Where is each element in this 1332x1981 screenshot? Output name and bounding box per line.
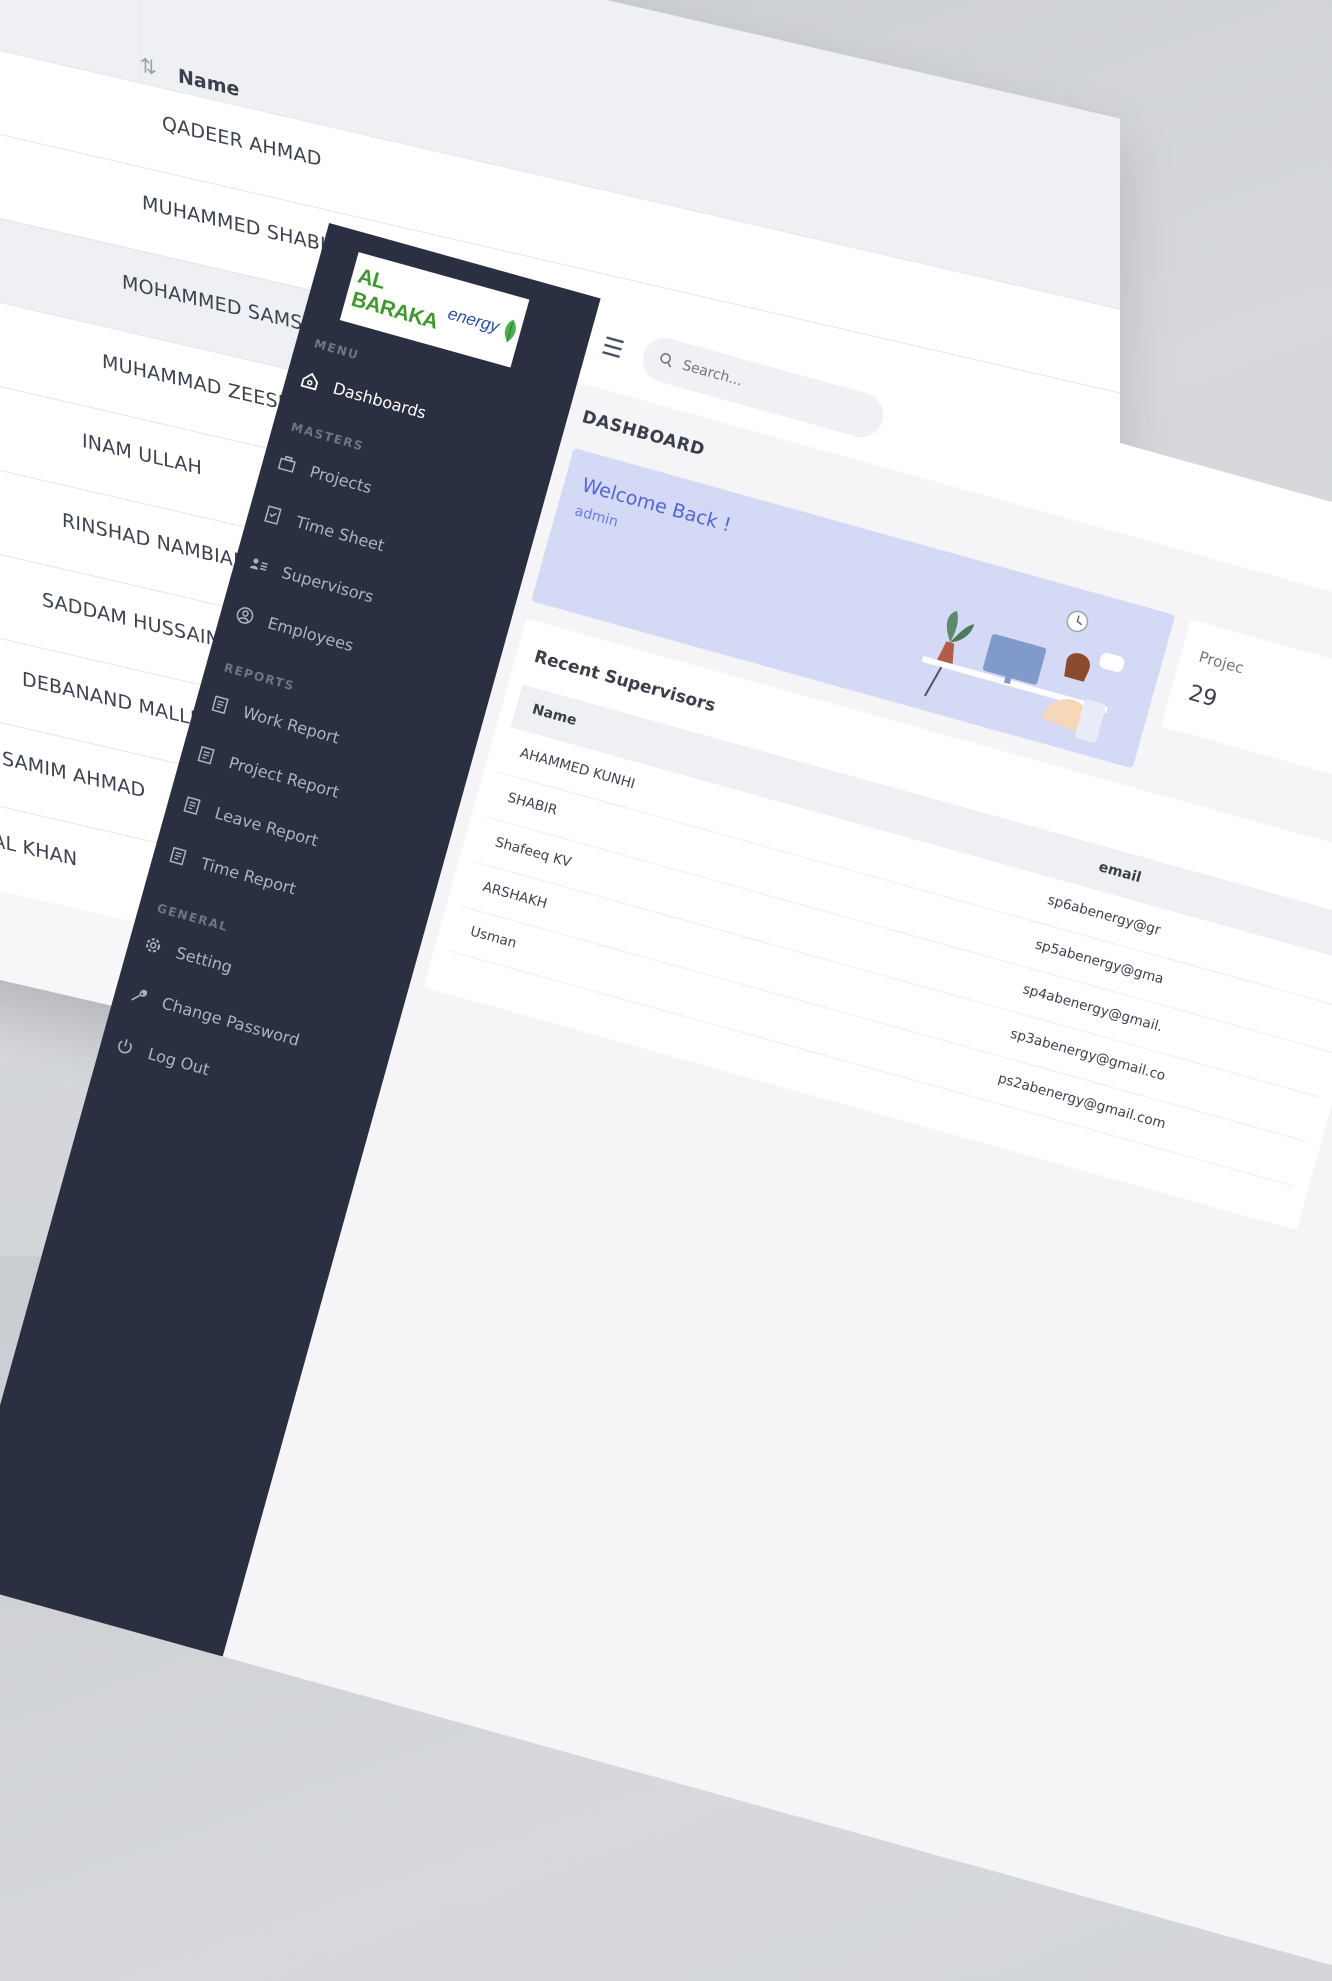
sidebar-item-label: Dashboards	[331, 378, 429, 423]
employee-name: QADEER AHMAD	[162, 112, 322, 172]
sidebar-item-work-report[interactable]: Work Report	[208, 692, 342, 747]
sidebar-item-label: Projects	[307, 461, 375, 497]
sidebar-item-label: Setting	[173, 942, 235, 977]
email-column-header[interactable]: email	[1097, 859, 1143, 886]
hamburger-menu-icon[interactable]: ☰	[599, 331, 627, 364]
briefcase-icon	[275, 452, 300, 477]
home-icon	[298, 368, 323, 393]
report-icon	[166, 844, 191, 869]
sidebar-item-label: Work Report	[240, 701, 342, 748]
general-section-label: GENERAL	[155, 900, 231, 935]
gear-icon	[141, 933, 166, 958]
sidebar-item-projects[interactable]: Projects	[275, 452, 375, 498]
employee-name: INAM ULLAH	[82, 429, 203, 480]
report-icon	[208, 692, 233, 717]
sidebar-item-setting[interactable]: Setting	[141, 933, 235, 977]
search-icon	[657, 350, 676, 372]
sidebar-item-employees[interactable]: Employees	[233, 603, 356, 655]
projects-stat-label: Projec	[1196, 647, 1246, 678]
power-icon	[113, 1034, 138, 1059]
supervisor-name: SHABIR	[505, 789, 560, 819]
sidebar-item-label: Time Sheet	[293, 511, 387, 555]
sidebar-item-label: Employees	[265, 612, 356, 655]
sidebar-item-label: Leave Report	[212, 802, 321, 850]
page-title: DASHBOARD	[579, 407, 707, 461]
sidebar-item-time-report[interactable]: Time Report	[166, 844, 299, 899]
wrench-icon	[127, 983, 152, 1008]
search-input[interactable]	[678, 355, 862, 424]
masters-section-label: MASTERS	[289, 419, 366, 454]
sidebar-item-label: Supervisors	[279, 562, 376, 607]
sidebar-item-supervisors[interactable]: Supervisors	[247, 553, 376, 607]
menu-section-label: MENU	[312, 336, 361, 363]
welcome-username: admin	[572, 503, 620, 531]
workspace-illustration	[921, 610, 1125, 743]
sidebar-item-label: Time Report	[198, 853, 299, 899]
projects-stat-value: 29	[1185, 680, 1220, 713]
logo-text: AL BARAKA	[348, 264, 441, 334]
supervisor-name: ARSHAKH	[480, 878, 549, 913]
sidebar-item-dashboards[interactable]: Dashboards	[298, 368, 429, 422]
employee-name: TAL KHAN	[0, 826, 78, 871]
user-circle-icon	[233, 603, 258, 628]
logo-text-energy: energy	[445, 303, 502, 337]
sort-icon[interactable]: ⇅	[140, 52, 157, 80]
report-icon	[180, 793, 205, 818]
name-column-header[interactable]: Name	[530, 701, 578, 729]
sidebar-item-change-password[interactable]: Change Password	[127, 983, 302, 1050]
sidebar-item-project-report[interactable]: Project Report	[194, 743, 342, 802]
clipboard-icon	[261, 502, 286, 527]
report-icon	[194, 743, 219, 768]
user-list-icon	[247, 553, 272, 578]
sidebar-item-label: Project Report	[226, 752, 342, 802]
sidebar-item-leave-report[interactable]: Leave Report	[180, 793, 321, 850]
sidebar-item-label: Log Out	[145, 1043, 212, 1079]
sidebar-item-logout[interactable]: Log Out	[113, 1034, 212, 1080]
supervisor-name: Usman	[468, 923, 519, 952]
employee-name: SADDAM HUSSAIN	[42, 588, 221, 652]
reports-section-label: REPORTS	[222, 660, 297, 694]
employee-name: SAMIM AHMAD	[2, 747, 146, 803]
sidebar-item-timesheet[interactable]: Time Sheet	[261, 502, 387, 555]
welcome-title: Welcome Back !	[579, 474, 734, 537]
projects-stat-card[interactable]: Projec 29	[1161, 619, 1332, 781]
sidebar-item-label: Change Password	[159, 992, 302, 1050]
supervisor-name: Shafeeq KV	[493, 834, 574, 871]
